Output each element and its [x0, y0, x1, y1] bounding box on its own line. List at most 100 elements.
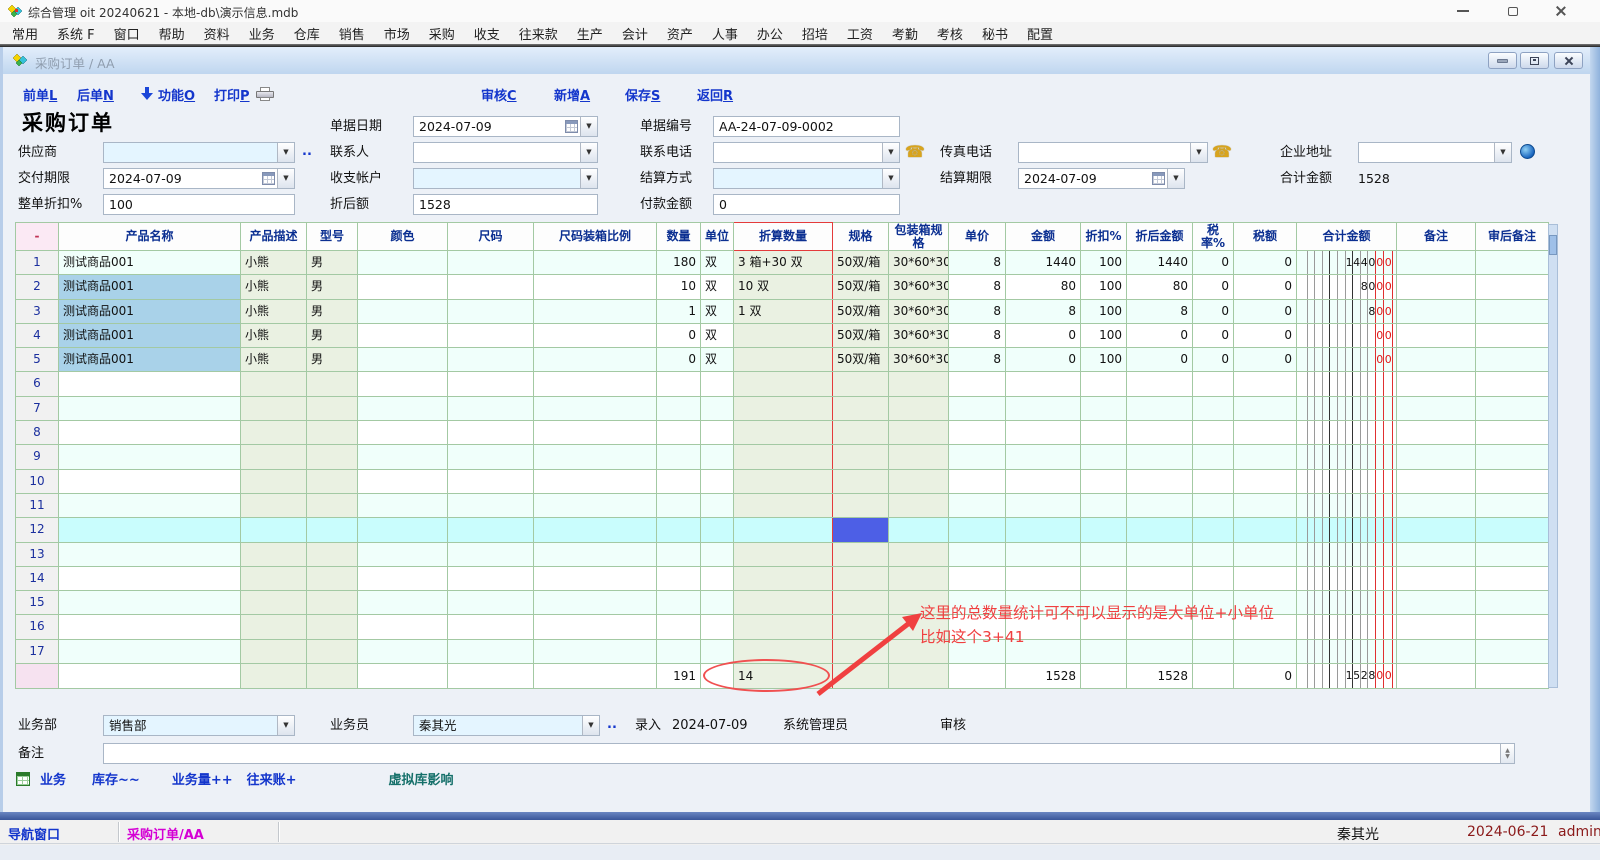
cell-total[interactable] [1297, 591, 1397, 615]
cell-qty[interactable] [657, 493, 701, 517]
menu-item[interactable]: 业务 [249, 24, 275, 43]
cell-tax[interactable]: 0 [1234, 664, 1297, 689]
cell-ratio[interactable] [534, 421, 657, 445]
cell-total[interactable] [1297, 493, 1397, 517]
cell-ratio[interactable] [534, 275, 657, 299]
cell-color[interactable] [358, 372, 448, 396]
cell-amount[interactable]: 1528 [1006, 664, 1081, 689]
cell-qty[interactable] [657, 615, 701, 639]
chevron-down-icon[interactable]: ▼ [277, 716, 294, 735]
cell-tax[interactable] [1234, 518, 1297, 542]
cell-unit[interactable] [701, 469, 734, 493]
menu-item[interactable]: 人事 [712, 24, 738, 43]
column-header[interactable]: 税额 [1234, 223, 1297, 251]
menu-item[interactable]: 考核 [937, 24, 963, 43]
cell-disc_amount[interactable] [1127, 396, 1193, 420]
cell-desc[interactable] [241, 542, 307, 566]
cell-price[interactable] [949, 469, 1006, 493]
column-header[interactable]: 产品名称 [59, 223, 241, 251]
row-number[interactable]: 7 [16, 396, 59, 420]
cell-disc[interactable]: 100 [1081, 275, 1127, 299]
cell-audit_note[interactable] [1476, 591, 1549, 615]
cell-disc_amount[interactable] [1127, 372, 1193, 396]
column-header[interactable]: 规格 [833, 223, 889, 251]
cell-desc[interactable] [241, 445, 307, 469]
cell-desc[interactable] [241, 664, 307, 689]
cell-audit_note[interactable] [1476, 639, 1549, 663]
phone-icon[interactable]: ☎ [1212, 142, 1232, 161]
cell-box[interactable] [889, 566, 949, 590]
cell-disc[interactable] [1081, 372, 1127, 396]
menu-item[interactable]: 资产 [667, 24, 693, 43]
cell-note[interactable] [1397, 275, 1476, 299]
cell-box[interactable] [889, 372, 949, 396]
cell-disc_amount[interactable]: 0 [1127, 323, 1193, 347]
audit-button[interactable]: 审核C [481, 85, 517, 104]
cell-name[interactable]: 测试商品001 [59, 348, 241, 372]
cell-qty[interactable] [657, 396, 701, 420]
settle-date-field[interactable]: 2024-07-09 ▼ [1018, 168, 1185, 189]
menu-item[interactable]: 考勤 [892, 24, 918, 43]
cell-name[interactable]: 测试商品001 [59, 251, 241, 275]
cell-tax_rate[interactable] [1193, 664, 1234, 689]
cell-amount[interactable]: 80 [1006, 275, 1081, 299]
cell-amount[interactable] [1006, 518, 1081, 542]
cell-note[interactable] [1397, 542, 1476, 566]
menu-item[interactable]: 采购 [429, 24, 455, 43]
cell-disc[interactable] [1081, 518, 1127, 542]
cell-spec[interactable]: 50双/箱 [833, 299, 889, 323]
cell-tax_rate[interactable] [1193, 469, 1234, 493]
child-minimize-button[interactable] [1488, 52, 1517, 69]
cell-qty[interactable]: 0 [657, 323, 701, 347]
cell-disc_amount[interactable]: 0 [1127, 348, 1193, 372]
salesman-more-button[interactable]: .. [607, 717, 617, 732]
cell-price[interactable] [949, 421, 1006, 445]
cell-spec[interactable]: 50双/箱 [833, 348, 889, 372]
cell-conv[interactable] [734, 469, 833, 493]
menu-item[interactable]: 窗口 [114, 24, 140, 43]
row-number[interactable]: 15 [16, 591, 59, 615]
cell-tax[interactable] [1234, 445, 1297, 469]
cell-unit[interactable] [701, 639, 734, 663]
row-number[interactable] [16, 664, 59, 689]
cell-note[interactable] [1397, 591, 1476, 615]
cell-qty[interactable]: 1 [657, 299, 701, 323]
cell-tax[interactable] [1234, 493, 1297, 517]
cell-color[interactable] [358, 591, 448, 615]
chevron-down-icon[interactable]: ▼ [580, 169, 597, 188]
cell-qty[interactable] [657, 591, 701, 615]
cell-size[interactable] [448, 566, 534, 590]
cell-tax_rate[interactable] [1193, 445, 1234, 469]
cell-amount[interactable] [1006, 566, 1081, 590]
cell-audit_note[interactable] [1476, 396, 1549, 420]
minimize-button[interactable] [1446, 0, 1480, 22]
cell-size[interactable] [448, 493, 534, 517]
scrollbar-handle[interactable] [1549, 235, 1557, 255]
cell-tax[interactable] [1234, 372, 1297, 396]
cell-unit[interactable] [701, 542, 734, 566]
contact-combo[interactable]: ▼ [413, 142, 598, 163]
cell-disc_amount[interactable] [1127, 493, 1193, 517]
column-header[interactable]: 产品描述 [241, 223, 307, 251]
cell-disc[interactable] [1081, 542, 1127, 566]
cell-disc[interactable] [1081, 445, 1127, 469]
column-header[interactable]: 数量 [657, 223, 701, 251]
footer-link[interactable]: 库存~~ [92, 769, 140, 788]
cell-ratio[interactable] [534, 323, 657, 347]
row-number[interactable]: 14 [16, 566, 59, 590]
cell-model[interactable] [307, 639, 358, 663]
cell-box[interactable]: 30*60*30 [889, 348, 949, 372]
cell-spec[interactable] [833, 445, 889, 469]
cell-name[interactable] [59, 396, 241, 420]
address-combo[interactable]: ▼ [1358, 142, 1512, 163]
cell-note[interactable] [1397, 299, 1476, 323]
cell-note[interactable] [1397, 348, 1476, 372]
cell-color[interactable] [358, 275, 448, 299]
cell-note[interactable] [1397, 664, 1476, 689]
cell-model[interactable] [307, 664, 358, 689]
cell-ratio[interactable] [534, 493, 657, 517]
globe-icon[interactable] [1520, 144, 1535, 159]
column-header[interactable]: 税率% [1193, 223, 1234, 251]
cell-disc_amount[interactable] [1127, 542, 1193, 566]
cell-ratio[interactable] [534, 664, 657, 689]
